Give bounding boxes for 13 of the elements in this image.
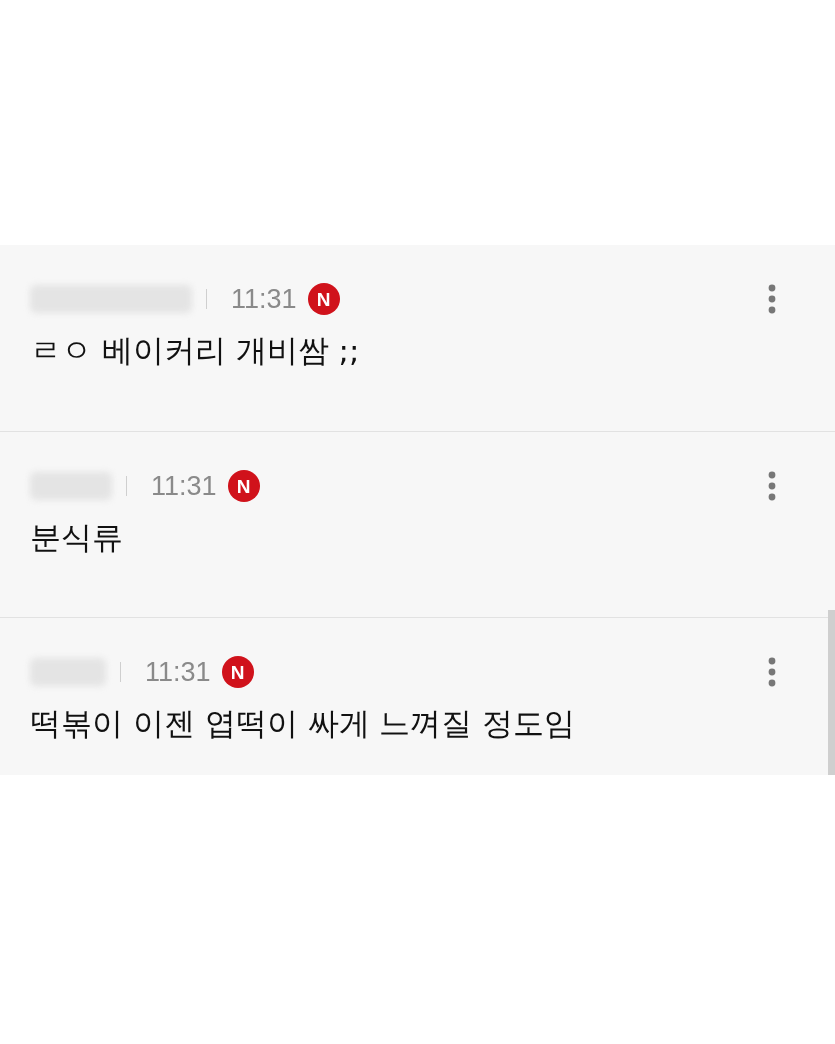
scrollbar-thumb[interactable] [828, 610, 835, 775]
comment-time: 11:31 [231, 283, 297, 315]
comment-text: 분식류 [30, 518, 124, 557]
more-options-icon [768, 471, 776, 501]
comment-text: 떡볶이 이젠 엽떡이 싸게 느껴질 정도임 [30, 704, 577, 743]
new-badge: N [221, 656, 254, 688]
comment-text: ㄹㅇ 베이커리 개비쌈 ;; [30, 331, 361, 370]
more-options-icon [768, 657, 776, 687]
new-badge: N [307, 283, 340, 315]
comment-time: 11:31 [145, 656, 211, 688]
more-options-icon [768, 284, 776, 314]
new-badge: N [227, 470, 260, 502]
comment-time: 11:31 [151, 470, 217, 502]
